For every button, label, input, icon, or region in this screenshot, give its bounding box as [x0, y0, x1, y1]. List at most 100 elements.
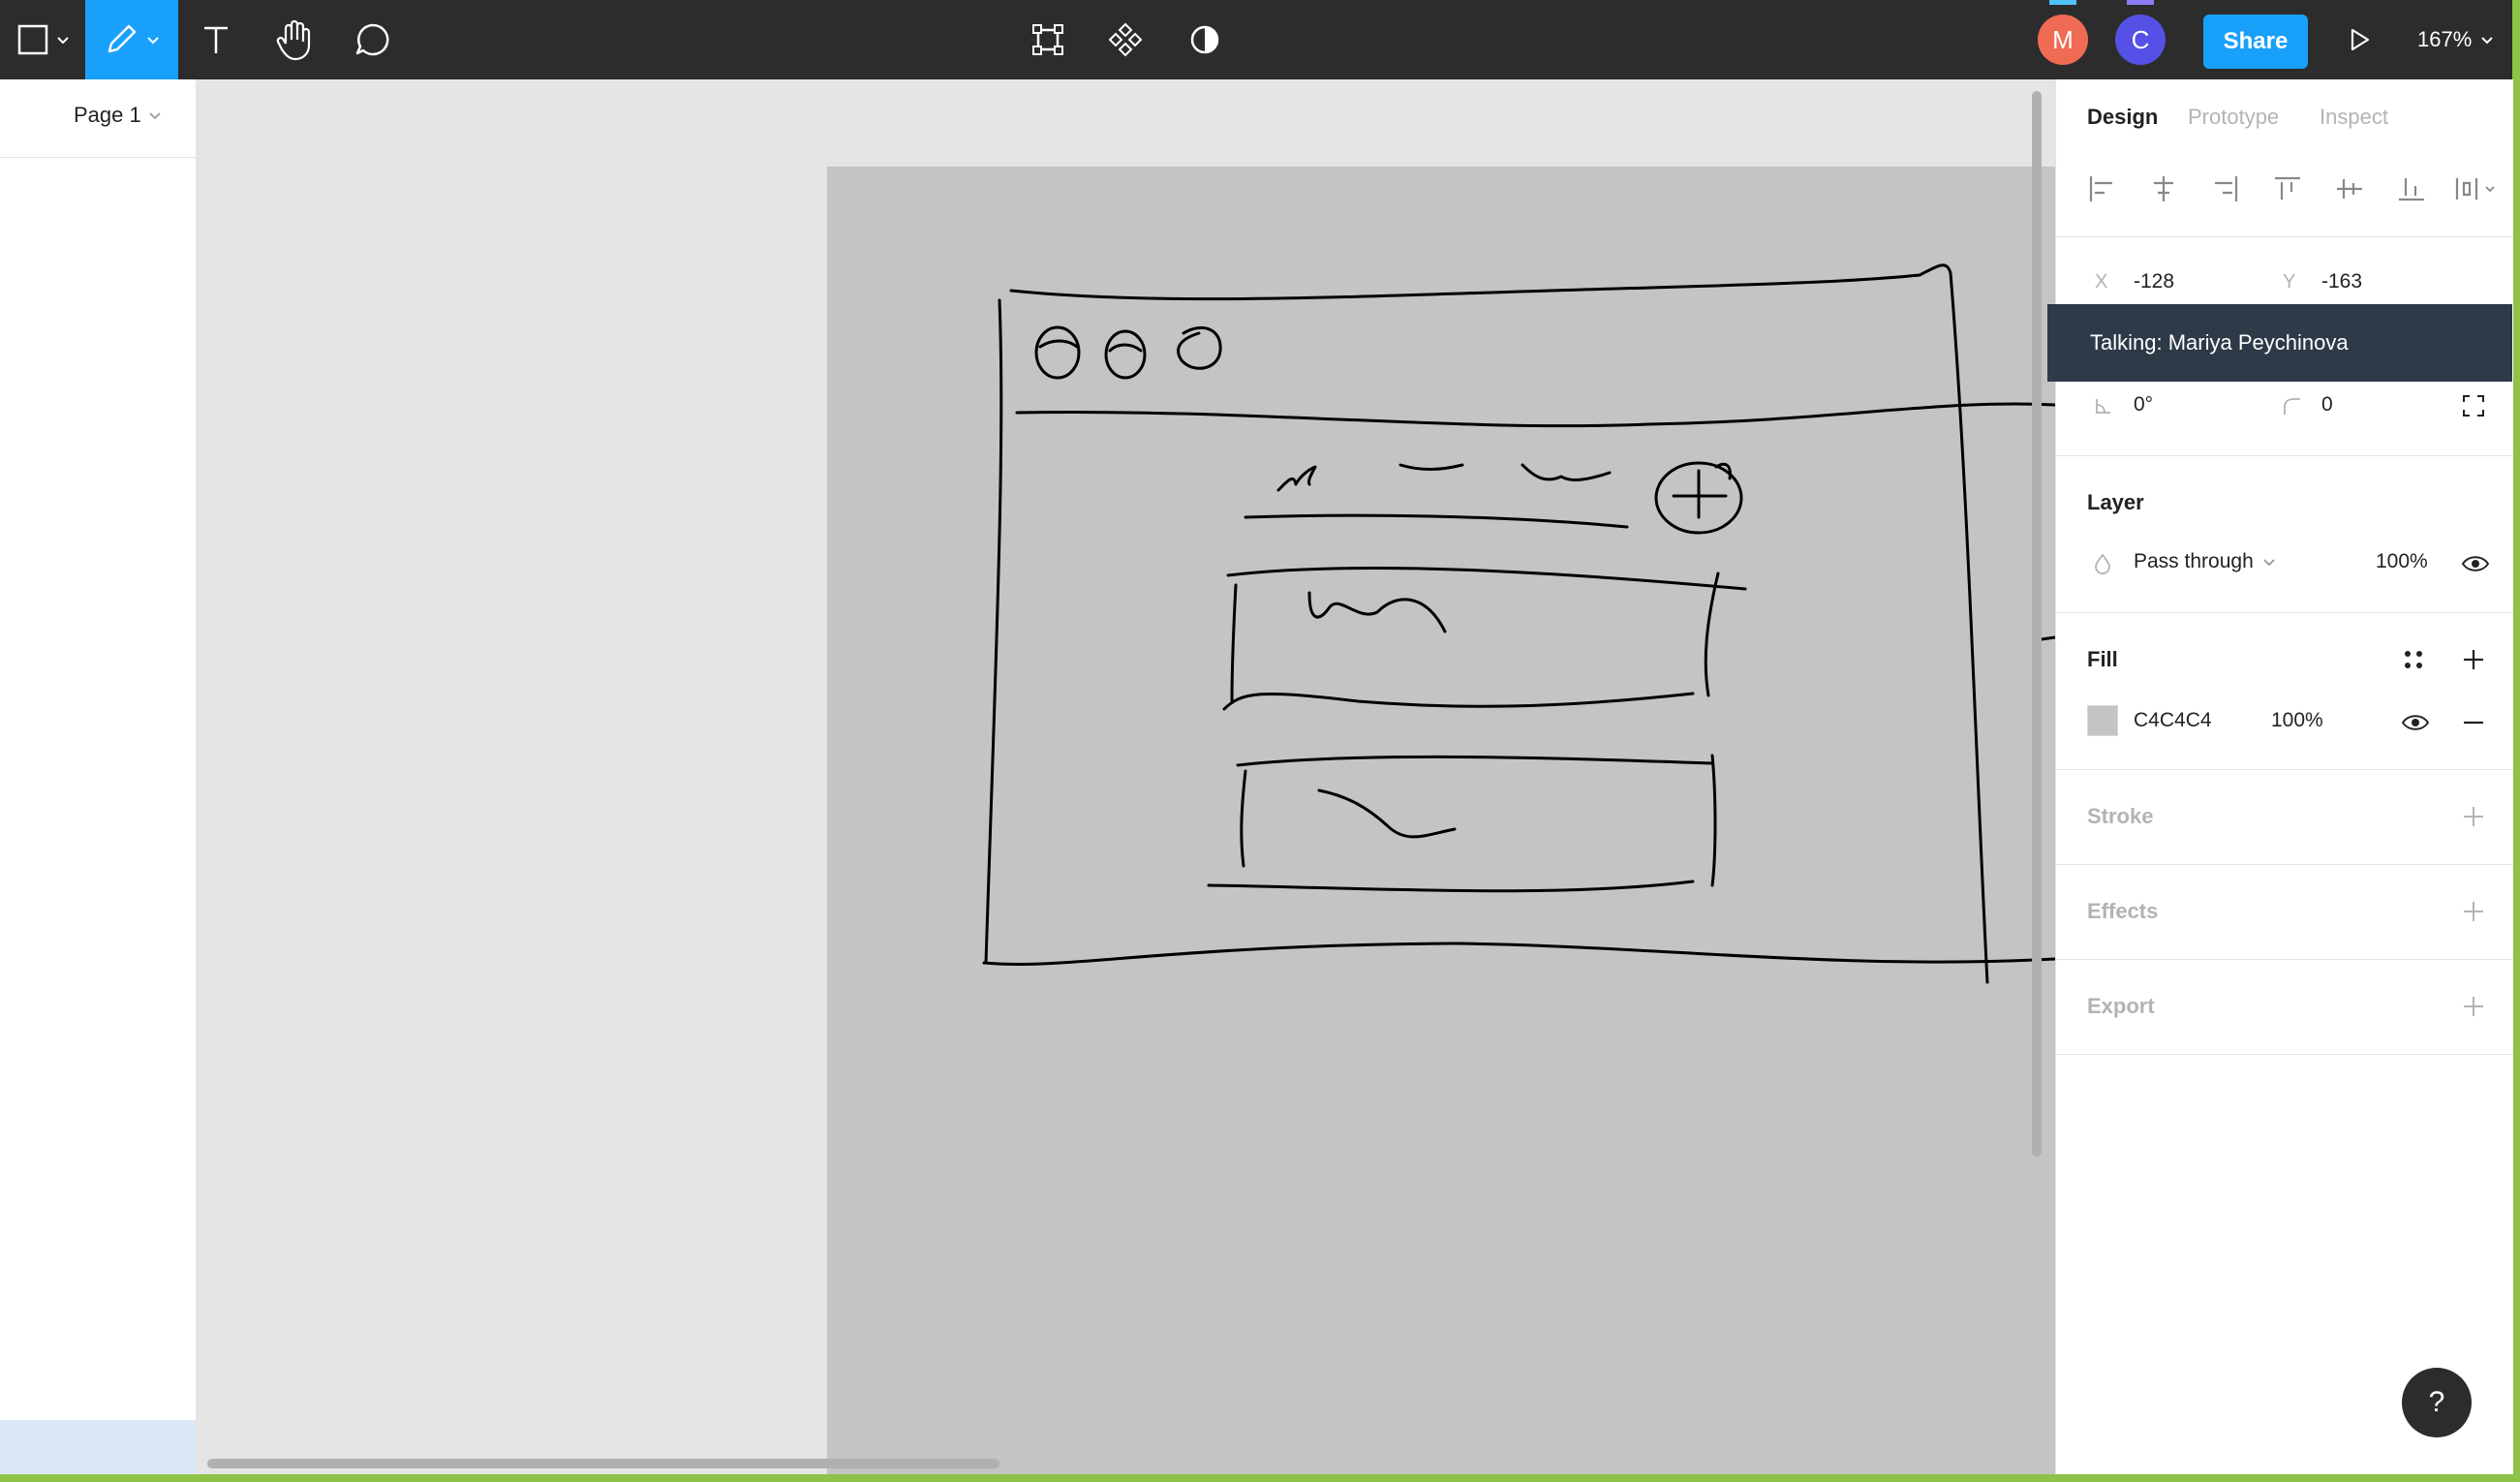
align-left-icon[interactable]: [2087, 174, 2116, 203]
presence-indicator: [2049, 0, 2076, 5]
zoom-dropdown[interactable]: 167%: [2417, 0, 2497, 79]
canvas[interactable]: [196, 79, 2055, 1474]
hand-tool-button[interactable]: [269, 0, 318, 79]
sketch-header-line: [1015, 402, 2055, 428]
layer-section-title: Layer: [2087, 490, 2144, 514]
sketch-nav-underline: [1244, 513, 1629, 529]
pencil-icon: [108, 24, 159, 53]
chevron-down-icon: [2481, 37, 2493, 45]
properties-panel: Design Prototype Inspect X -128 Y -163 0…: [2055, 79, 2513, 1474]
remove-fill-minus-icon[interactable]: [2461, 711, 2486, 734]
sketch-card: [1236, 755, 1714, 767]
hand-icon: [276, 19, 311, 61]
distribute-icon[interactable]: [2453, 174, 2502, 203]
sketch-card: [1226, 567, 1747, 591]
divider: [2056, 959, 2513, 960]
droplet-icon: [2095, 553, 2110, 574]
selected-layer-row[interactable]: [0, 1420, 196, 1474]
layer-opacity-field[interactable]: 100%: [2376, 550, 2428, 573]
align-bottom-icon[interactable]: [2397, 174, 2426, 203]
talking-text: Talking: Mariya Peychinova: [2090, 330, 2349, 355]
frame-selection-button[interactable]: [1027, 0, 1069, 79]
avatar-initial: C: [2131, 24, 2150, 54]
page-selector[interactable]: Page 1: [74, 103, 163, 128]
sketch-circle: [1034, 325, 1081, 380]
sketch-nav-scribble: [1521, 463, 1612, 481]
divider: [2056, 612, 2513, 613]
sketch-window-top: [1009, 263, 1952, 301]
expand-icon[interactable]: [2461, 393, 2486, 418]
styles-grid-icon[interactable]: [2401, 647, 2426, 672]
avatar-initial: M: [2052, 24, 2074, 54]
mask-button[interactable]: [1183, 0, 1226, 79]
sketch-nav-scribble: [1398, 463, 1464, 471]
presence-indicator: [2127, 0, 2154, 5]
text-tool-button[interactable]: [192, 0, 240, 79]
contrast-icon: [1190, 25, 1219, 54]
sketch-circle: [1104, 329, 1147, 380]
avatar[interactable]: M: [2038, 15, 2088, 65]
sketch-card-scribble: [1307, 591, 1447, 633]
add-effect-plus-icon[interactable]: [2461, 899, 2486, 924]
align-horizontal-center-icon[interactable]: [2149, 174, 2178, 203]
shape-tool-button[interactable]: [0, 0, 85, 79]
y-field[interactable]: -163: [2321, 270, 2362, 293]
page-name: Page 1: [74, 103, 141, 127]
horizontal-scrollbar[interactable]: [207, 1459, 999, 1468]
align-top-icon[interactable]: [2273, 174, 2302, 203]
fill-opacity-field[interactable]: 100%: [2271, 709, 2323, 732]
top-toolbar: M C Share 167%: [0, 0, 2512, 79]
eye-icon[interactable]: [2401, 711, 2430, 734]
sketch-nav-scribble: [1276, 465, 1317, 492]
align-right-icon[interactable]: [2211, 174, 2240, 203]
divider: [2056, 864, 2513, 865]
corner-radius-icon: [2284, 398, 2300, 415]
window-frame-edge: [2512, 0, 2520, 1482]
sketch-circle: [1177, 325, 1222, 370]
layers-panel: Page 1: [0, 79, 196, 1474]
avatar[interactable]: C: [2115, 15, 2166, 65]
rectangle-icon: [17, 24, 69, 55]
blend-mode-dropdown[interactable]: Pass through: [2134, 550, 2277, 573]
text-icon: [204, 26, 228, 53]
fill-color-swatch[interactable]: [2087, 705, 2118, 736]
comment-tool-button[interactable]: [349, 0, 397, 79]
wireframe-sketch[interactable]: [196, 79, 2055, 1474]
help-button[interactable]: ?: [2402, 1368, 2472, 1437]
add-export-plus-icon[interactable]: [2461, 994, 2486, 1019]
x-label: X: [2095, 271, 2108, 293]
rotation-field[interactable]: 0°: [2134, 393, 2153, 417]
tab-prototype[interactable]: Prototype: [2188, 105, 2279, 130]
frame-selection-icon: [1032, 24, 1063, 55]
pen-tool-button[interactable]: [85, 0, 178, 79]
add-stroke-plus-icon[interactable]: [2461, 804, 2486, 829]
chevron-down-icon: [149, 112, 161, 120]
tab-inspect[interactable]: Inspect: [2320, 105, 2388, 130]
share-button[interactable]: Share: [2203, 15, 2308, 69]
corner-radius-field[interactable]: 0: [2321, 393, 2333, 417]
fill-section-title: Fill: [2087, 647, 2118, 671]
sketch-window-right: [1949, 271, 1989, 984]
window-frame-edge: [0, 1474, 2520, 1482]
align-vertical-center-icon[interactable]: [2335, 174, 2364, 203]
add-fill-plus-icon[interactable]: [2461, 647, 2486, 672]
blend-mode-value: Pass through: [2134, 550, 2254, 572]
effects-section-title: Effects: [2087, 899, 2159, 923]
rotation-icon: [2096, 399, 2110, 414]
y-label: Y: [2283, 271, 2296, 293]
eye-icon[interactable]: [2461, 552, 2490, 575]
x-field[interactable]: -128: [2134, 270, 2174, 293]
present-button[interactable]: [2338, 0, 2381, 79]
stroke-section-title: Stroke: [2087, 804, 2154, 828]
export-section-title: Export: [2087, 994, 2155, 1018]
divider: [2056, 455, 2513, 456]
component-button[interactable]: [1104, 0, 1147, 79]
talking-indicator: Talking: Mariya Peychinova: [2047, 304, 2512, 382]
chevron-down-icon: [2263, 559, 2275, 567]
tab-design[interactable]: Design: [2087, 105, 2158, 130]
component-icon: [1108, 22, 1143, 57]
fill-hex-field[interactable]: C4C4C4: [2134, 709, 2212, 732]
divider: [0, 157, 196, 158]
divider: [2056, 236, 2513, 237]
vertical-scrollbar[interactable]: [2032, 91, 2042, 1157]
